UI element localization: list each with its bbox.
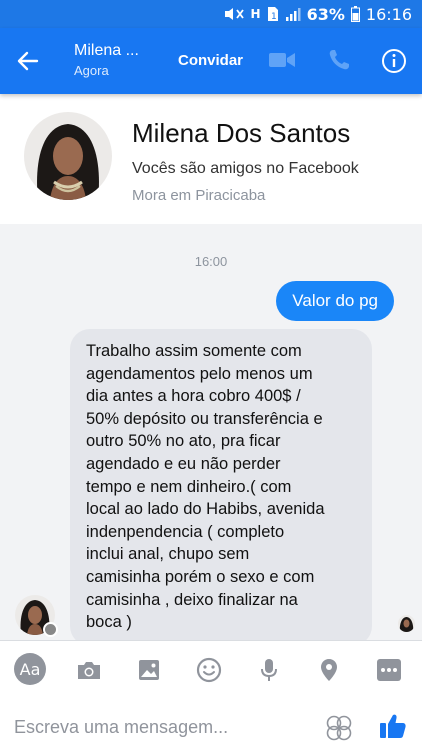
profile-card: Milena Dos Santos Vocês são amigos no Fa… — [0, 94, 422, 224]
camera-icon[interactable] — [74, 655, 104, 685]
svg-text:1: 1 — [271, 12, 277, 22]
contact-status: Agora — [74, 63, 109, 78]
message-timestamp: 16:00 — [194, 254, 228, 269]
online-status-icon — [43, 622, 58, 637]
clock: 16:16 — [365, 4, 412, 24]
gallery-icon[interactable] — [134, 655, 164, 685]
info-icon[interactable] — [381, 48, 407, 79]
text-style-button[interactable]: Aa — [14, 653, 46, 685]
emoji-icon[interactable] — [194, 655, 224, 685]
sticker-icon[interactable] — [324, 713, 354, 743]
invite-button[interactable]: Convidar — [178, 52, 243, 69]
friendship-status: Vocês são amigos no Facebook — [132, 160, 359, 177]
battery-percentage: 63% — [306, 4, 345, 24]
messenger-conversation: H 1 63% 16:16 Milena ... Agora Convidar … — [0, 0, 422, 750]
message-input[interactable] — [14, 717, 304, 738]
network-type-icon: H — [250, 7, 261, 21]
sim-icon: 1 — [267, 6, 279, 22]
incoming-message-bubble[interactable]: Trabalho assim somente com agendamentos … — [70, 329, 372, 646]
message-composer: Aa — [0, 640, 422, 750]
more-icon[interactable] — [374, 655, 404, 685]
back-arrow-icon[interactable] — [16, 49, 40, 73]
signal-icon — [285, 7, 301, 21]
profile-location: Mora em Piracicaba — [132, 187, 266, 204]
battery-icon — [350, 6, 360, 22]
outgoing-message-bubble[interactable]: Valor do pg — [276, 281, 394, 321]
mute-icon — [223, 6, 245, 22]
profile-name: Milena Dos Santos — [132, 118, 351, 148]
read-receipt-avatar — [398, 615, 415, 632]
contact-name: Milena ... — [74, 42, 139, 59]
video-call-icon[interactable] — [268, 50, 296, 75]
phone-call-icon[interactable] — [327, 48, 351, 77]
status-bar: H 1 63% 16:16 — [0, 0, 422, 28]
profile-avatar[interactable] — [24, 112, 112, 200]
location-icon[interactable] — [314, 655, 344, 685]
contact-title[interactable]: Milena ... Agora — [74, 42, 139, 78]
conversation-header: Milena ... Agora Convidar — [0, 28, 422, 94]
like-icon[interactable] — [378, 711, 408, 741]
microphone-icon[interactable] — [254, 655, 284, 685]
